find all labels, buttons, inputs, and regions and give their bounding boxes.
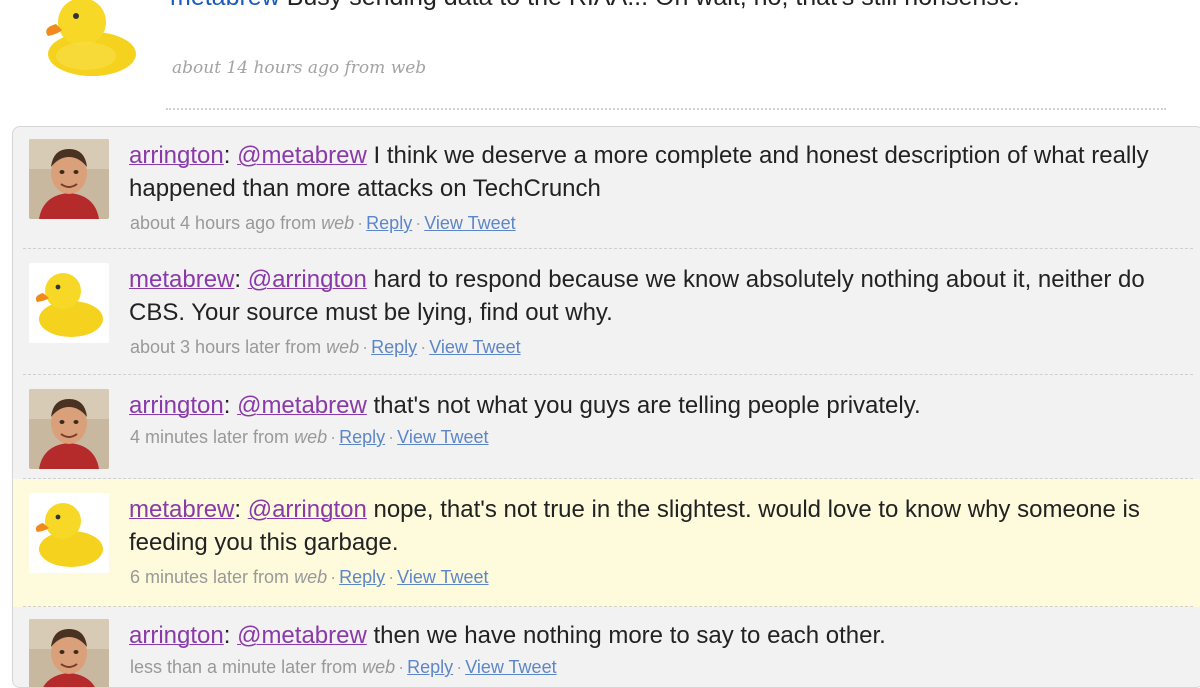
tweet-mention[interactable]: @metabrew: [237, 392, 367, 419]
meta-separator: ·: [388, 427, 395, 447]
reply-link[interactable]: Reply: [339, 567, 385, 587]
tweet-mention[interactable]: @metabrew: [237, 142, 367, 169]
reply-link[interactable]: Reply: [339, 427, 385, 447]
view-tweet-link[interactable]: View Tweet: [397, 567, 488, 587]
tweet-source: web: [294, 567, 328, 587]
rubber-duck-icon[interactable]: [29, 263, 109, 343]
reply-link[interactable]: Reply: [371, 337, 417, 357]
tweet-timestamp: about 4 hours ago from: [130, 213, 317, 233]
meta-separator: ·: [398, 657, 405, 677]
meta-separator: ·: [330, 567, 337, 587]
tweet-timestamp: 4 minutes later from: [130, 427, 290, 447]
top-tweet-body: Busy sending data to the RIAA... Oh wait…: [287, 0, 1020, 11]
arrington-avatar-icon[interactable]: [29, 139, 109, 219]
meta-separator: ·: [330, 427, 337, 447]
tweet-meta: 4 minutes later from web · Reply · View Twee…: [130, 427, 489, 448]
reply-link[interactable]: Reply: [407, 657, 453, 677]
tweet-text: arrington: @metabrew I think we deserve …: [129, 142, 1149, 202]
tweet-timestamp: 6 minutes later from: [130, 567, 290, 587]
top-tweet-text: metabrew Busy sending data to the RIAA..…: [170, 0, 1170, 14]
meta-separator: ·: [362, 337, 369, 357]
view-tweet-link[interactable]: View Tweet: [397, 427, 488, 447]
conversation-tweet: arrington: @metabrew then we have nothin…: [13, 607, 1200, 687]
tweet-username[interactable]: metabrew: [129, 266, 234, 293]
tweet-mention[interactable]: @arrington: [248, 496, 367, 523]
tweet-text: metabrew: @arrington nope, that's not tr…: [129, 496, 1140, 556]
rubber-duck-icon[interactable]: [36, 0, 146, 76]
meta-separator: ·: [357, 213, 364, 233]
top-tweet-meta: about 14 hours ago from web: [172, 58, 427, 78]
view-tweet-link[interactable]: View Tweet: [465, 657, 556, 677]
tweet-source: web: [362, 657, 396, 677]
tweet-source: web: [326, 337, 360, 357]
tweet-source: web: [321, 213, 355, 233]
rubber-duck-icon[interactable]: [29, 493, 109, 573]
top-tweet-username[interactable]: metabrew: [170, 0, 280, 11]
arrington-avatar-icon[interactable]: [29, 389, 109, 469]
tweet-meta: about 3 hours later from web · Reply · View …: [130, 337, 521, 358]
tweet-meta: about 4 hours ago from web · Reply · View Tw…: [130, 213, 516, 234]
view-tweet-link[interactable]: View Tweet: [424, 213, 515, 233]
meta-separator: ·: [415, 213, 422, 233]
tweet-text: arrington: @metabrew that's not what you…: [129, 392, 921, 419]
meta-separator: ·: [456, 657, 463, 677]
tweet-username[interactable]: arrington: [129, 622, 224, 649]
tweet-username[interactable]: metabrew: [129, 496, 234, 523]
conversation-tweet: metabrew: @arrington nope, that's not tr…: [13, 479, 1200, 607]
tweet-body: then we have nothing more to say to each…: [373, 622, 886, 649]
view-tweet-link[interactable]: View Tweet: [429, 337, 520, 357]
tweet-mention[interactable]: @metabrew: [237, 622, 367, 649]
meta-separator: ·: [420, 337, 427, 357]
tweet-text: metabrew: @arrington hard to respond bec…: [129, 266, 1145, 326]
tweet-username[interactable]: arrington: [129, 392, 224, 419]
conversation-tweet: metabrew: @arrington hard to respond bec…: [13, 249, 1200, 375]
conversation-tweet: arrington: @metabrew that's not what you…: [13, 375, 1200, 479]
tweet-source: web: [294, 427, 328, 447]
tweet-meta: 6 minutes later from web · Reply · View Twee…: [130, 567, 489, 588]
reply-link[interactable]: Reply: [366, 213, 412, 233]
conversation-tweet: arrington: @metabrew I think we deserve …: [13, 127, 1200, 249]
tweet-timestamp: less than a minute later from: [130, 657, 358, 677]
tweet-timestamp: about 3 hours later from: [130, 337, 322, 357]
arrington-avatar-icon[interactable]: [29, 619, 109, 687]
top-tweet: metabrew Busy sending data to the RIAA..…: [0, 0, 1200, 100]
divider: [166, 108, 1166, 110]
tweet-text: arrington: @metabrew then we have nothin…: [129, 622, 886, 649]
tweet-body: that's not what you guys are telling peo…: [373, 392, 921, 419]
tweet-username[interactable]: arrington: [129, 142, 224, 169]
meta-separator: ·: [388, 567, 395, 587]
conversation-thread: arrington: @metabrew I think we deserve …: [12, 126, 1200, 688]
tweet-mention[interactable]: @arrington: [248, 266, 367, 293]
